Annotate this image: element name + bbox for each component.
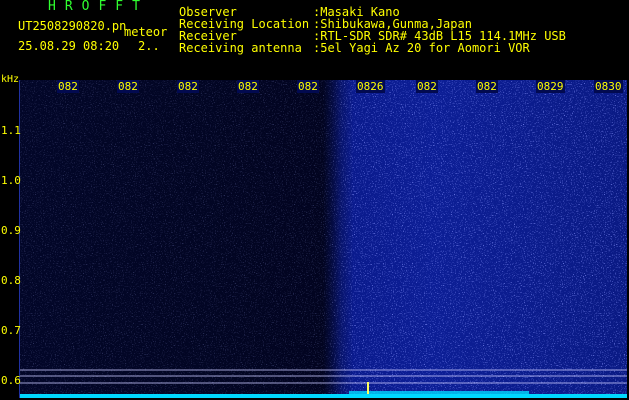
x-tick-0821: 082	[57, 80, 79, 93]
y-tick-0-9: 0.9	[1, 224, 21, 237]
y-tick-0-8: 0.8	[1, 274, 21, 287]
x-tick-0827: 082	[416, 80, 438, 93]
x-tick-0823: 082	[177, 80, 199, 93]
x-tick-0825: 082	[297, 80, 319, 93]
signal-strip-peak	[349, 391, 529, 394]
x-tick-0822: 082	[117, 80, 139, 93]
page-indicator: 2..	[138, 39, 160, 53]
x-tick-0826: 0826	[356, 80, 385, 93]
spectrogram-fade	[19, 80, 627, 398]
header-panel: HROFFT UT2508290820.pn meteor 25.08.29 0…	[0, 0, 629, 75]
info-label-antenna: Receiving antenna	[179, 41, 302, 55]
meteor-echo-marker	[367, 382, 369, 394]
y-tick-0-7: 0.7	[1, 324, 21, 337]
signal-strip	[19, 394, 627, 398]
app-title: HROFFT	[48, 0, 149, 14]
file-type-label: meteor	[124, 25, 168, 39]
y-axis-unit: kHz	[1, 74, 20, 85]
x-tick-0829: 0829	[536, 80, 565, 93]
filename-label: UT2508290820.pn	[18, 19, 127, 33]
y-tick-1-0: 1.0	[1, 174, 21, 187]
x-tick-0824: 082	[237, 80, 259, 93]
y-tick-0-6: 0.6	[1, 374, 21, 387]
datetime-label: 25.08.29 08:20	[18, 39, 120, 53]
x-tick-0830: 0830	[594, 80, 623, 93]
y-tick-1-1: 1.1	[1, 124, 21, 137]
x-tick-0828: 082	[476, 80, 498, 93]
info-value-antenna: :5el Yagi Az 20 for Aomori VOR	[313, 41, 530, 55]
spectrogram-plot	[19, 80, 627, 398]
